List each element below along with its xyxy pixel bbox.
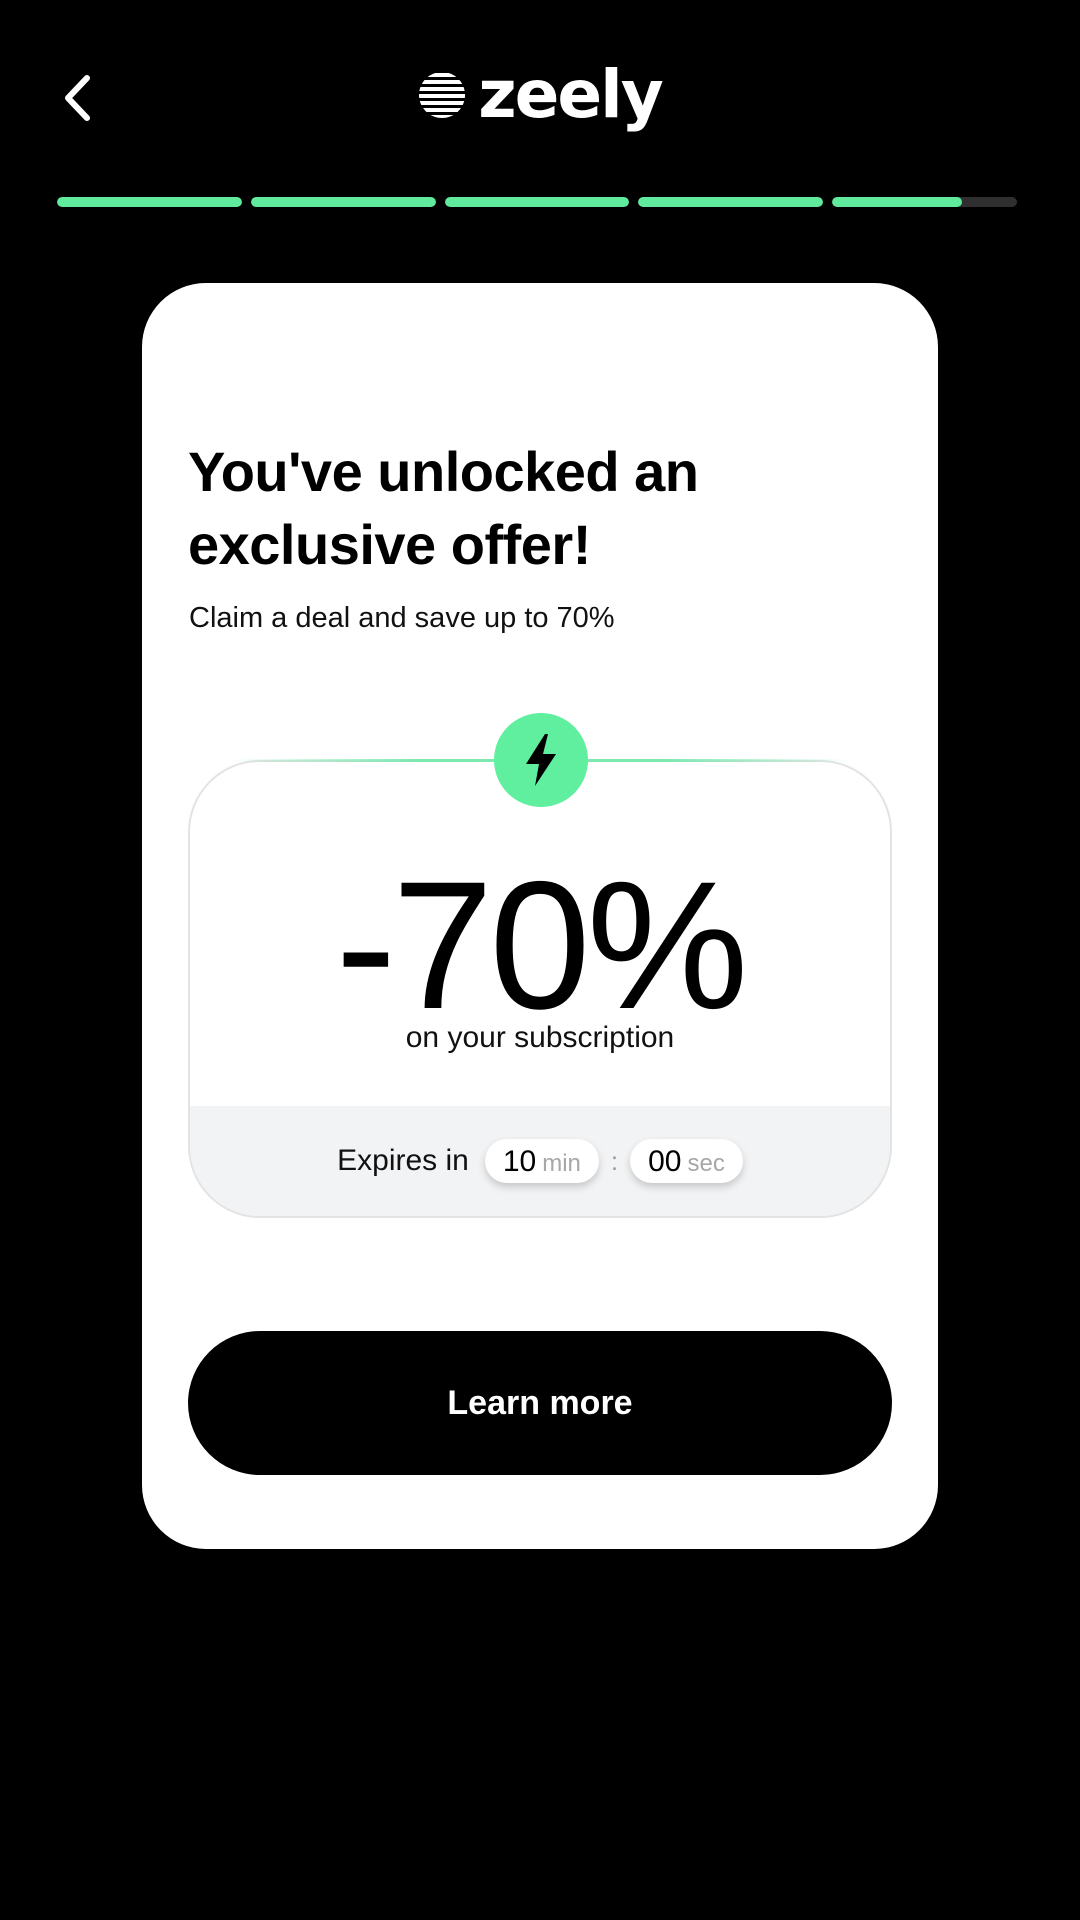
screen: zeely You've unlocked an exclusive offer… bbox=[0, 0, 1080, 1920]
timer-seconds-pill: 00 sec bbox=[630, 1139, 743, 1183]
brand-logo: zeely bbox=[0, 62, 1080, 128]
timer-minutes-pill: 10 min bbox=[484, 1139, 599, 1183]
onboarding-progress-bar bbox=[57, 197, 1017, 207]
progress-segment-4 bbox=[638, 197, 824, 207]
logo-text: zeely bbox=[478, 56, 664, 133]
timer-minutes-unit: min bbox=[542, 1150, 581, 1177]
discount-caption: on your subscription bbox=[405, 1021, 675, 1054]
progress-segment-fill bbox=[57, 197, 242, 207]
offer-subtitle: Claim a deal and save up to 70% bbox=[189, 602, 615, 634]
discount-value: -70% bbox=[335, 843, 749, 1047]
progress-segment-5 bbox=[832, 197, 1017, 207]
timer-separator: : bbox=[610, 1145, 619, 1176]
learn-more-button[interactable]: Learn more bbox=[188, 1331, 892, 1475]
progress-segment-fill bbox=[250, 197, 436, 207]
lightning-badge bbox=[494, 713, 588, 807]
offer-card: You've unlocked an exclusive offer! Clai… bbox=[142, 283, 938, 1549]
progress-segment-3 bbox=[444, 197, 630, 207]
progress-segment-fill bbox=[444, 197, 630, 207]
expires-label: Expires in bbox=[337, 1144, 469, 1177]
offer-title: You've unlocked an exclusive offer! bbox=[188, 440, 699, 576]
lightning-bolt-icon bbox=[526, 734, 556, 786]
discount-box: -70% on your subscription Expires in 10 … bbox=[188, 760, 892, 1218]
striped-globe-icon bbox=[419, 73, 466, 118]
expiry-timer-bar: Expires in 10 min : 00 sec bbox=[190, 1106, 890, 1216]
timer-seconds-unit: sec bbox=[687, 1150, 725, 1177]
timer-seconds: 00 bbox=[648, 1145, 682, 1178]
learn-more-label: Learn more bbox=[447, 1383, 633, 1422]
timer-minutes: 10 bbox=[502, 1145, 537, 1178]
progress-segment-fill bbox=[638, 197, 824, 207]
progress-segment-2 bbox=[250, 197, 436, 207]
progress-segment-fill bbox=[832, 197, 962, 207]
progress-segment-1 bbox=[57, 197, 242, 207]
